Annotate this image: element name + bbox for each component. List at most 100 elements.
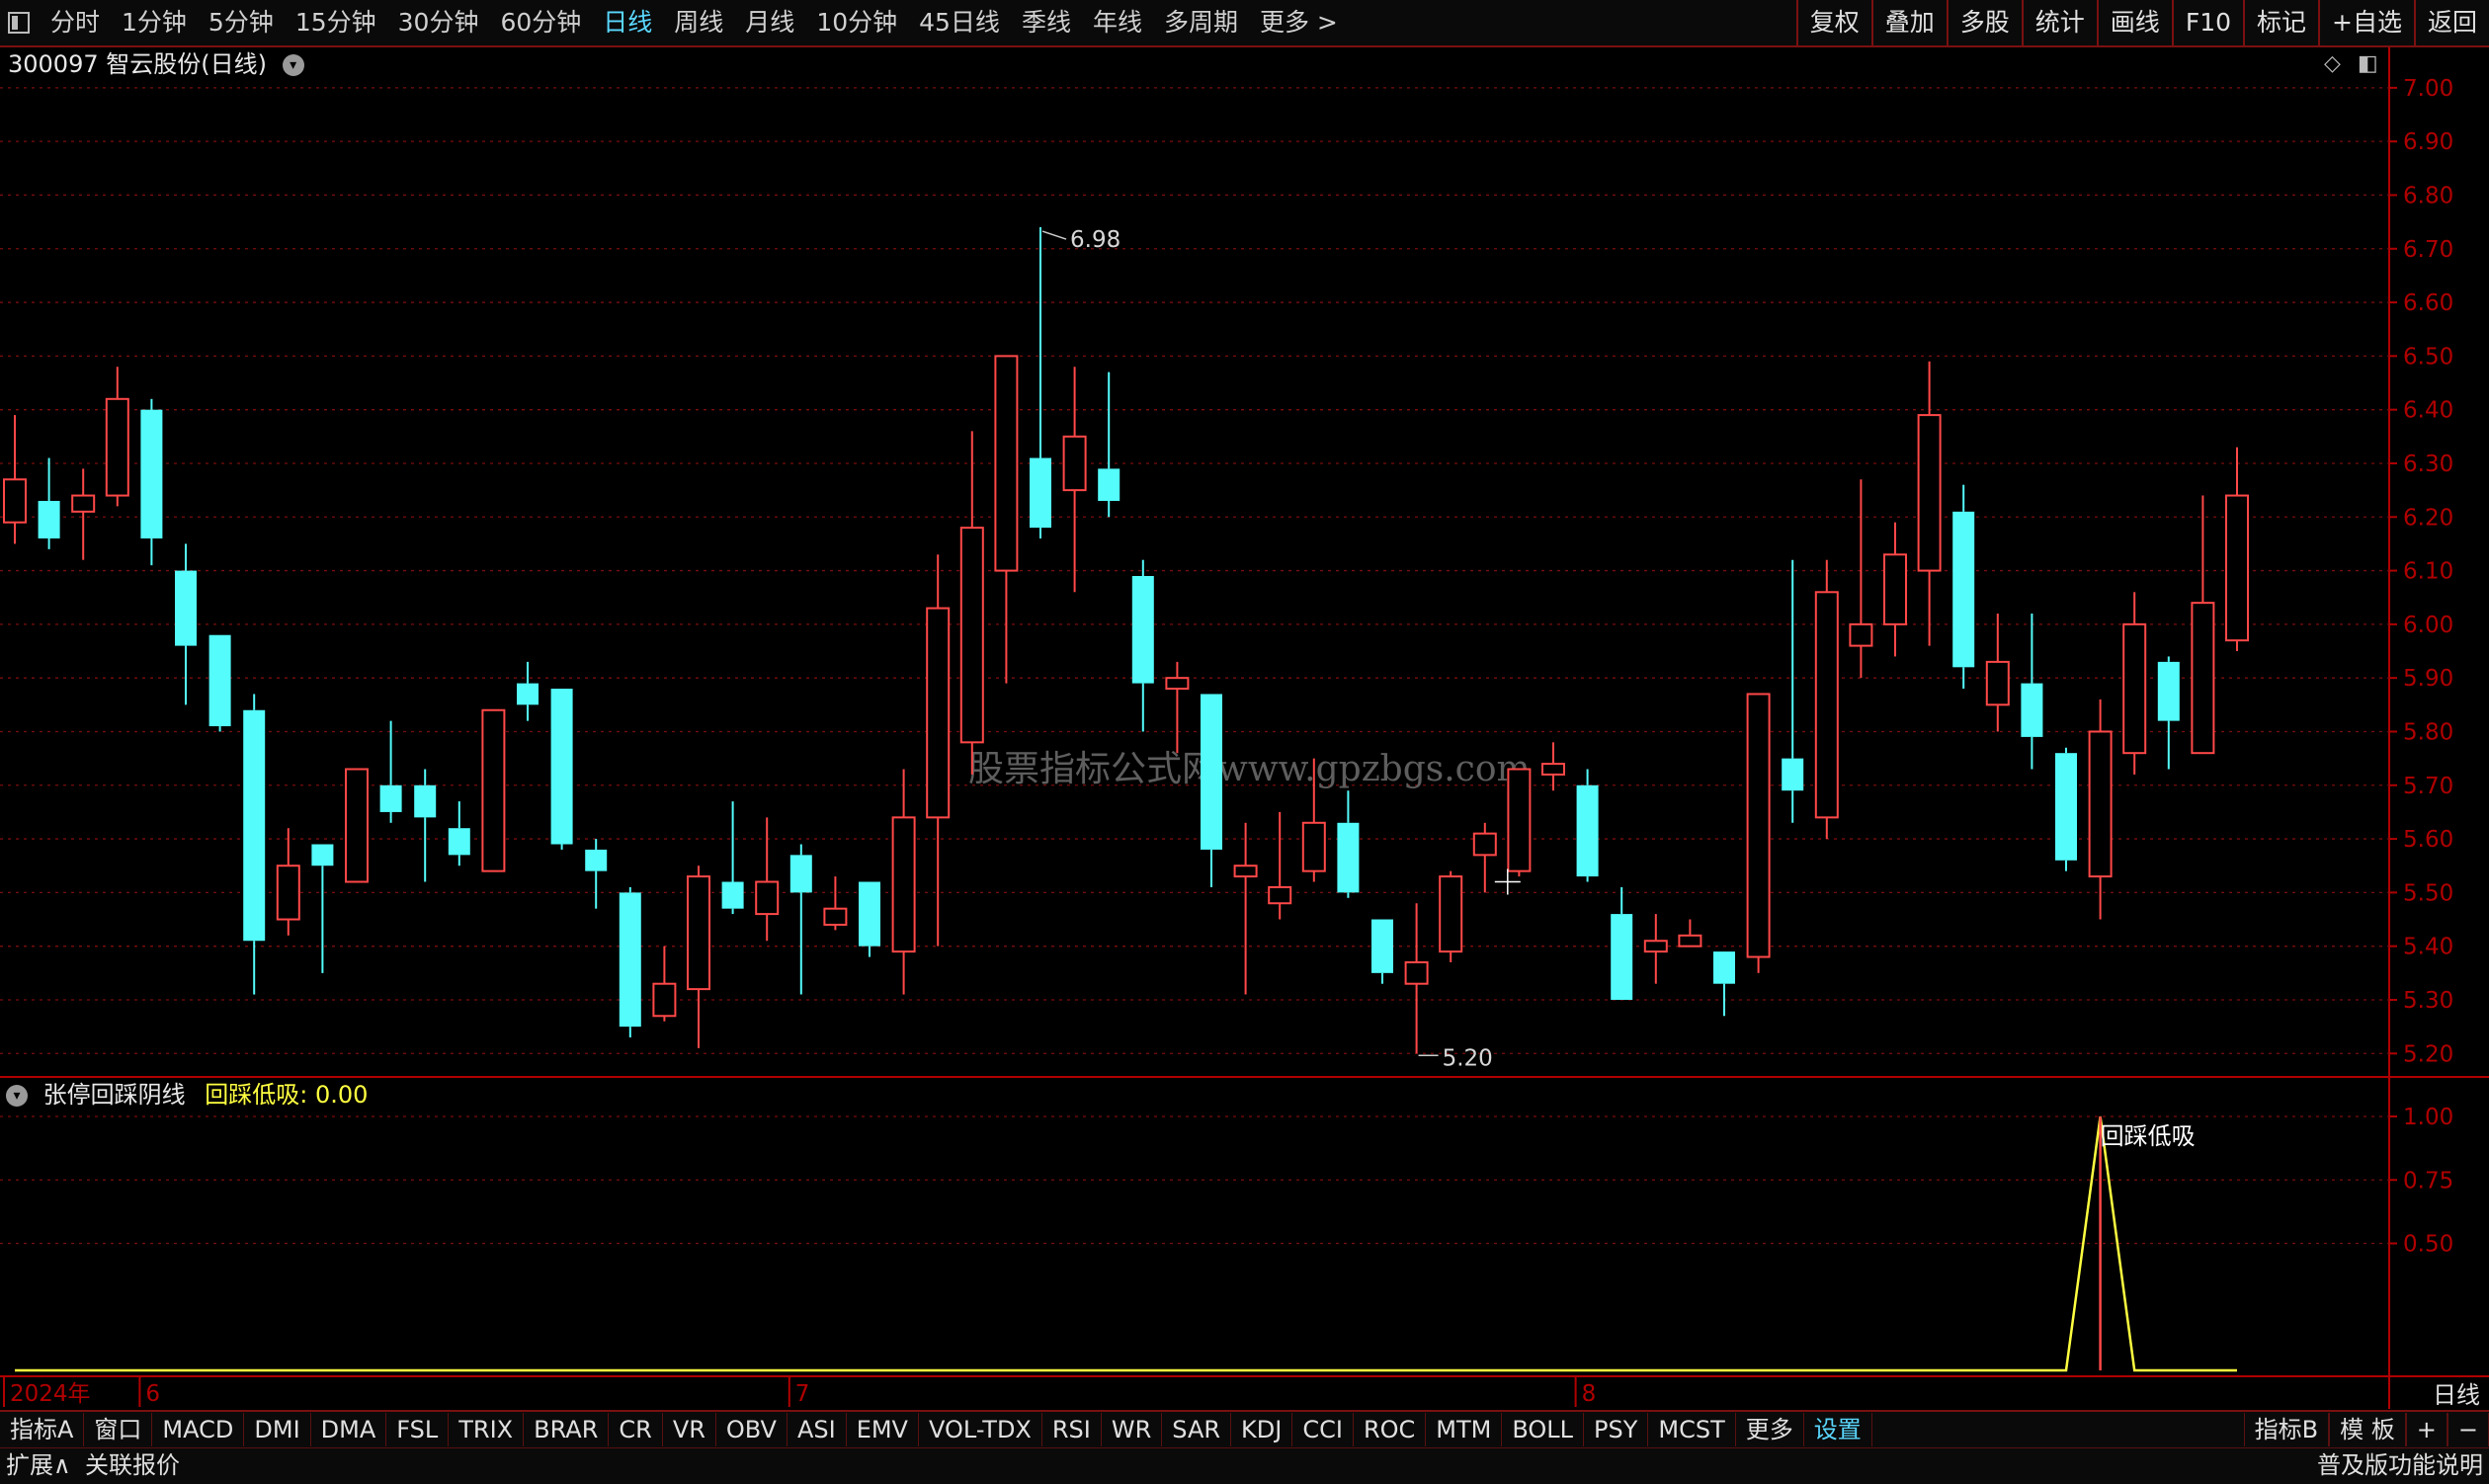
candle-body-up xyxy=(1849,622,1873,647)
candle-body-down xyxy=(2055,753,2077,861)
price-tick-label: 6.50 xyxy=(2403,344,2453,370)
candle-body-up xyxy=(1062,435,1087,492)
price-tick-label: 5.50 xyxy=(2403,880,2453,906)
edition-info[interactable]: 普及版功能说明 xyxy=(2317,1448,2483,1482)
candle-body-down xyxy=(1713,951,1735,984)
indicator-tool-button[interactable]: 指标B xyxy=(2243,1413,2330,1446)
candle-body-down xyxy=(1576,784,1599,877)
price-tick-label: 5.70 xyxy=(2403,774,2453,799)
indicator-value-label: 回踩低吸: xyxy=(205,1081,308,1109)
price-tick-label: 5.30 xyxy=(2403,988,2453,1014)
indicator-tab[interactable]: 窗口 xyxy=(84,1413,153,1446)
candle-body-up xyxy=(959,527,984,744)
price-tick-label: 5.40 xyxy=(2403,935,2453,960)
candle-body-up xyxy=(1472,832,1497,857)
price-tick-label: 6.00 xyxy=(2403,613,2453,638)
min-price-label: 5.20 xyxy=(1443,1045,1493,1071)
indicator-tab[interactable]: VOL-TDX xyxy=(919,1413,1042,1446)
candle-body-down xyxy=(208,634,231,727)
time-tick-label: 2024年 xyxy=(10,1381,91,1407)
candle-body-up xyxy=(1404,960,1429,985)
price-tick-label: 6.40 xyxy=(2403,398,2453,424)
time-tick-label: 7 xyxy=(795,1381,810,1407)
indicator-tab[interactable]: VR xyxy=(663,1413,716,1446)
price-tick-label: 5.60 xyxy=(2403,827,2453,853)
related-quote-button[interactable]: 关联报价 xyxy=(85,1448,180,1482)
indicator-tab[interactable]: MACD xyxy=(152,1413,245,1446)
indicator-tab[interactable]: ROC xyxy=(1354,1413,1427,1446)
indicator-tab[interactable]: MCST xyxy=(1648,1413,1736,1446)
candle-body-down xyxy=(2021,683,2043,737)
indicator-tab[interactable]: 设置 xyxy=(1804,1413,1872,1446)
signal-annotation: 回踩低吸 xyxy=(2101,1122,2196,1150)
price-tick-label: 5.20 xyxy=(2403,1041,2453,1067)
indicator-tab[interactable]: MTM xyxy=(1426,1413,1503,1446)
indicator-tab[interactable]: 指标A xyxy=(0,1413,85,1446)
candle-body-up xyxy=(1917,414,1942,572)
indicator-tick-label: 0.50 xyxy=(2403,1232,2453,1258)
candle-body-up xyxy=(71,494,96,513)
price-tick-label: 6.80 xyxy=(2403,183,2453,208)
chevron-down-icon[interactable]: ▾ xyxy=(6,1085,28,1107)
indicator-tab[interactable]: PSY xyxy=(1584,1413,1649,1446)
indicator-toolbar: 指标A 窗口 MACD DMI DMA FSL TRIX BRAR CR VR OBV ASI EMV V… xyxy=(0,1410,2489,1447)
candle-body-up xyxy=(2191,602,2215,755)
candle-body-up xyxy=(755,880,780,916)
period-label: 日线 xyxy=(2433,1381,2480,1409)
indicator-tab[interactable]: BRAR xyxy=(524,1413,610,1446)
indicator-tool-button[interactable]: 模 板 xyxy=(2329,1413,2406,1446)
time-tick-label: 6 xyxy=(145,1381,160,1407)
indicator-tab[interactable]: 更多 xyxy=(1736,1413,1804,1446)
indicator-tab[interactable]: BOLL xyxy=(1502,1413,1585,1446)
indicator-tab[interactable]: TRIX xyxy=(449,1413,525,1446)
candle-body-down xyxy=(1952,511,1975,668)
indicator-tab[interactable]: CCI xyxy=(1292,1413,1354,1446)
candle-body-up xyxy=(1643,940,1668,953)
candle-body-up xyxy=(926,607,951,819)
candle-body-down xyxy=(859,881,880,947)
candle-body-down xyxy=(1337,822,1360,893)
candle-body-down xyxy=(619,892,641,1028)
candle-body-down xyxy=(379,784,402,812)
indicator-tab[interactable]: CR xyxy=(609,1413,663,1446)
candle-body-up xyxy=(1883,553,1907,625)
max-price-label: 6.98 xyxy=(1070,227,1120,253)
indicator-tab[interactable]: FSL xyxy=(386,1413,450,1446)
candle-body-down xyxy=(1030,457,1051,529)
candle-body-up xyxy=(1814,591,1839,819)
candle-body-down xyxy=(1371,919,1393,973)
expand-button[interactable]: 扩展∧ xyxy=(6,1448,71,1482)
candle-body-down xyxy=(448,828,470,856)
candle-body-up xyxy=(2088,730,2113,878)
price-tick-label: 7.00 xyxy=(2403,76,2453,102)
indicator-tool-button[interactable]: − xyxy=(2447,1413,2489,1446)
candle-body-up xyxy=(2225,494,2249,642)
candle-body-down xyxy=(789,855,812,893)
indicator-tab[interactable]: DMI xyxy=(244,1413,311,1446)
indicator-tab[interactable]: EMV xyxy=(847,1413,919,1446)
indicator-tool-button[interactable]: + xyxy=(2405,1413,2448,1446)
indicator-tab[interactable]: KDJ xyxy=(1231,1413,1293,1446)
candle-body-up xyxy=(1507,768,1532,872)
indicator-tab[interactable]: OBV xyxy=(716,1413,788,1446)
price-tick-label: 6.10 xyxy=(2403,559,2453,585)
candle-body-up xyxy=(1985,660,2010,706)
candle-body-up xyxy=(481,708,506,872)
indicator-tab[interactable]: WR xyxy=(1102,1413,1163,1446)
candle-body-up xyxy=(1678,934,1702,948)
status-bar: 扩展∧ 关联报价 普及版功能说明 xyxy=(0,1447,2489,1484)
candle-body-up xyxy=(1439,875,1463,953)
candle-body-down xyxy=(550,689,573,845)
price-tick-label: 5.80 xyxy=(2403,719,2453,745)
price-tick-label: 6.90 xyxy=(2403,129,2453,155)
indicator-tick-label: 0.75 xyxy=(2403,1168,2453,1194)
candle-body-down xyxy=(1782,758,1804,791)
indicator-tab[interactable]: ASI xyxy=(788,1413,847,1446)
candle-body-down xyxy=(414,784,437,818)
indicator-tab[interactable]: RSI xyxy=(1042,1413,1102,1446)
indicator-tab[interactable]: SAR xyxy=(1162,1413,1232,1446)
indicator-tab[interactable]: DMA xyxy=(311,1413,387,1446)
candle-body-up xyxy=(1301,821,1326,872)
kline-chart[interactable]: 7.00 6.90 6.80 6.70 6.60 6.50 6.40 6.30 6.20 6.10… xyxy=(0,0,2489,1483)
time-tick-label: 8 xyxy=(1582,1381,1597,1407)
